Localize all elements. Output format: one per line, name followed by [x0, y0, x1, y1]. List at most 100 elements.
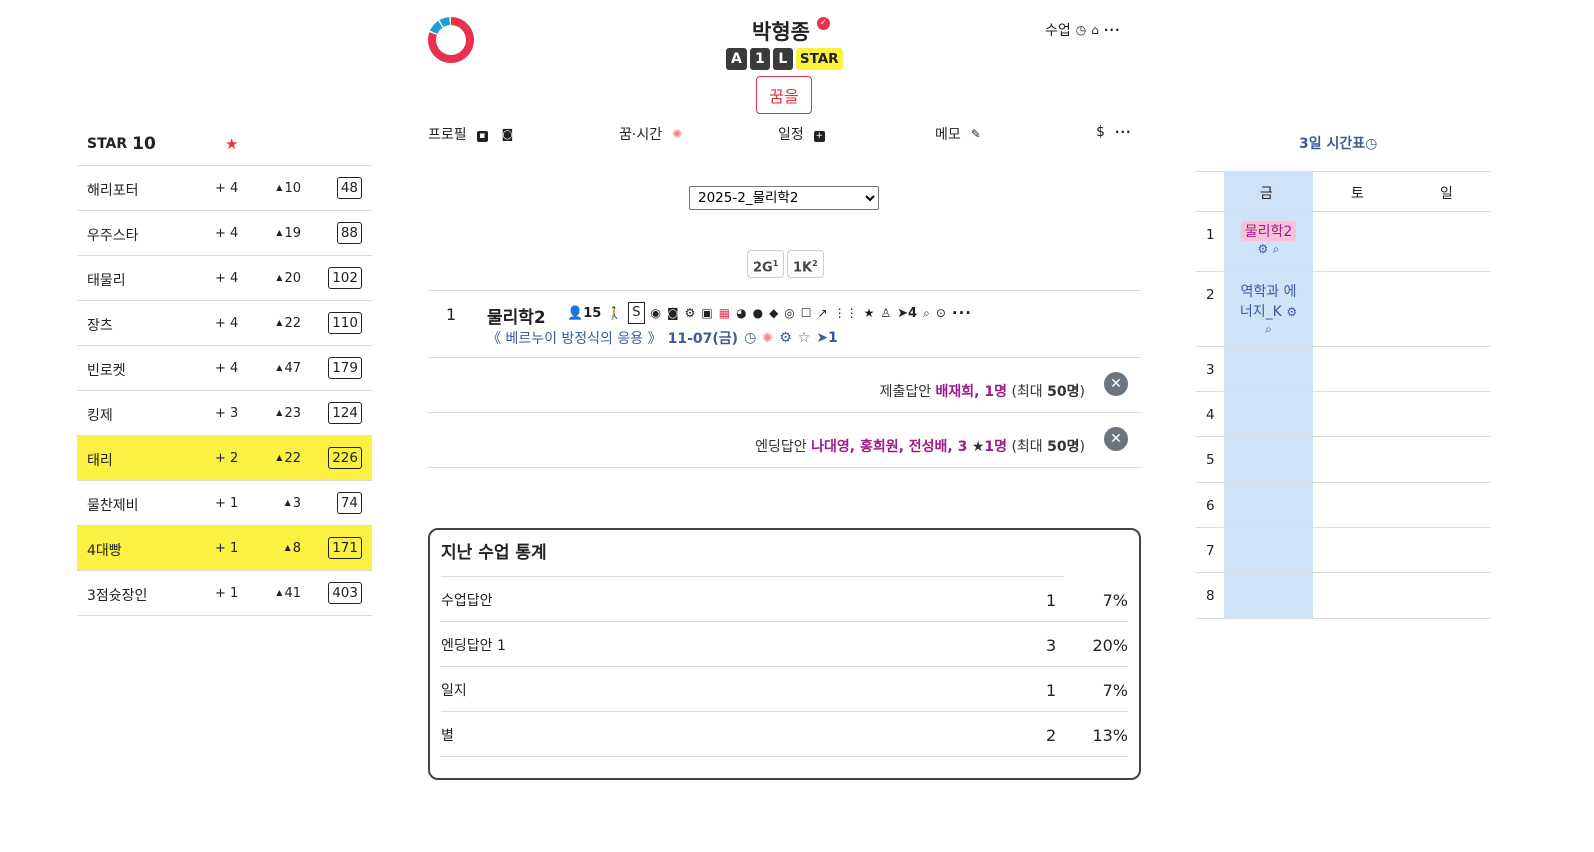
camera-outline-icon[interactable]: ▣ [701, 306, 712, 320]
up-triangle-icon: ▲ [284, 498, 291, 507]
dream-button[interactable]: 꿈을 [756, 76, 812, 114]
tab-profile[interactable]: 프로필 ▪ ◙ [428, 124, 513, 144]
s-button[interactable]: S [628, 302, 645, 324]
cell-p2-line1[interactable]: 역학과 에 [1241, 284, 1297, 300]
search-icon[interactable]: ⌕ [923, 306, 930, 321]
pencil-icon[interactable]: ✎ [971, 127, 981, 141]
ending-names[interactable]: 나대영, 홍희원, 전성배, 3 [811, 439, 967, 455]
star-row[interactable]: 물찬제비 + 1 ▲ 3 74 [77, 481, 372, 526]
verified-check-icon: ✓ [817, 17, 830, 30]
lesson-date: 11-07(금) [667, 331, 739, 347]
star-row-name[interactable]: 물찬제비 [87, 495, 139, 515]
add-schedule-icon[interactable]: + [813, 127, 825, 142]
timetable-cell-p1[interactable]: 물리학2 ⚙ ⌕ [1224, 221, 1313, 257]
star-row-name[interactable]: 태리 [87, 450, 113, 470]
stat-label: 일지 [441, 683, 467, 699]
star-row-name[interactable]: 우주스타 [87, 225, 139, 245]
period-number: 6 [1206, 498, 1215, 514]
grid-icon[interactable]: ⋮⋮ [834, 306, 858, 320]
star-row-up-value: 22 [284, 316, 301, 331]
star-row[interactable]: 우주스타 + 4 ▲ 19 88 [77, 211, 372, 256]
class-pill[interactable]: 물리학2 [1240, 221, 1297, 241]
info-icon[interactable]: ● [753, 306, 763, 320]
lesson-clock-icon[interactable]: ◷ [744, 330, 756, 346]
ending-star-icon: ★ [971, 439, 985, 455]
star-row-name[interactable]: 태물리 [87, 270, 126, 290]
tab-memo[interactable]: 메모 ✎ [935, 124, 981, 144]
square-icon[interactable]: ☐ [801, 306, 812, 320]
star-row[interactable]: 해리포터 + 4 ▲ 10 48 [77, 166, 372, 211]
external-link-icon[interactable]: ↗ [818, 306, 828, 320]
clock-filled-icon[interactable]: ◕ [736, 306, 746, 320]
star-row[interactable]: 킹제 + 3 ▲ 23 124 [77, 391, 372, 436]
star-row[interactable]: 3점슛장인 + 1 ▲ 41 403 [77, 571, 372, 616]
star-row-total: 102 [328, 267, 362, 289]
stat-percent: 13% [1092, 726, 1128, 745]
tab-more-icon[interactable]: ··· [1115, 125, 1132, 139]
lesson-title[interactable]: 《 베르누이 방정식의 응용 》 [487, 328, 662, 348]
star-filled-icon[interactable]: ★ [864, 306, 875, 320]
class-link[interactable]: 수업 [1045, 20, 1071, 40]
close-submit-button[interactable]: ✕ [1104, 372, 1128, 396]
lesson-gear-icon[interactable]: ⚙ [779, 330, 792, 346]
period-number: 2 [1206, 287, 1215, 303]
up-triangle-icon: ▲ [284, 543, 291, 552]
tab-dollar[interactable]: $ ··· [1096, 124, 1132, 140]
star-row-name[interactable]: 4대빵 [87, 540, 122, 560]
star-row-name[interactable]: 3점슛장인 [87, 585, 147, 605]
clock-icon[interactable]: ◷ [1076, 23, 1086, 37]
close-ending-button[interactable]: ✕ [1104, 427, 1128, 451]
students-count-value: 15 [583, 305, 602, 321]
class-more-icon[interactable]: ··· [952, 304, 972, 322]
eye-icon[interactable]: ◉ [651, 306, 661, 320]
cell-p2-line2[interactable]: 너지_K [1240, 304, 1282, 320]
up-triangle-icon: ▲ [276, 588, 283, 597]
timetable-title[interactable]: 3일 시간표◷ [1299, 133, 1377, 153]
star-row-name[interactable]: 빈로켓 [87, 360, 126, 380]
profile-card-icon[interactable]: ▪ [476, 127, 488, 142]
cell-p2-search-icon[interactable]: ⌕ [1265, 322, 1272, 336]
share-count[interactable]: ➤4 [897, 306, 917, 321]
person-icon[interactable]: 🚶 [607, 306, 622, 320]
chip-2g[interactable]: 2G1 [747, 250, 785, 278]
students-count[interactable]: 👤15 [567, 306, 601, 321]
camera-icon[interactable]: ◙ [502, 127, 514, 141]
timetable-clock-icon[interactable]: ◷ [1365, 136, 1377, 152]
star-icon[interactable]: ★ [225, 135, 238, 153]
star-row[interactable]: 4대빵 + 1 ▲ 8 171 [77, 526, 372, 571]
stats-title: 지난 수업 통계 [441, 530, 1064, 577]
star-row[interactable]: 장츠 + 4 ▲ 22 110 [77, 301, 372, 346]
lesson-star-icon[interactable]: ☆ [798, 330, 811, 346]
gear-icon[interactable]: ⚙ [685, 306, 696, 320]
cell-p2-gear-icon[interactable]: ⚙ [1286, 305, 1297, 319]
chip-1k[interactable]: 1K2 [787, 250, 824, 278]
cell-search-icon[interactable]: ⌕ [1273, 242, 1280, 256]
class-title[interactable]: 물리학2 [487, 303, 546, 328]
image-icon[interactable]: ▦ [719, 306, 730, 320]
timetable-gridline [1196, 436, 1491, 437]
star-row[interactable]: 태물리 + 4 ▲ 20 102 [77, 256, 372, 301]
target-icon[interactable]: ◎ [784, 306, 794, 320]
home-icon[interactable]: ⌂ [1091, 23, 1099, 37]
tab-schedule[interactable]: 일정 + [778, 124, 825, 144]
play-icon[interactable]: ⊙ [936, 306, 946, 320]
star-row-name[interactable]: 킹제 [87, 405, 113, 425]
lesson-share[interactable]: ➤1 [816, 330, 837, 346]
cell-gear-icon[interactable]: ⚙ [1258, 242, 1269, 256]
timetable-cell-p2[interactable]: 역학과 에 너지_K ⚙ ⌕ [1224, 281, 1313, 337]
star-row[interactable]: 태리 + 2 ▲ 22 226 [77, 436, 372, 481]
star-row-up: ▲ 47 [269, 361, 301, 376]
submit-names[interactable]: 배재희, 1명 [936, 384, 1007, 400]
user-outline-icon[interactable]: ♙ [880, 306, 891, 320]
star-row-plus: + 4 [215, 226, 239, 241]
book-icon[interactable]: ◆ [769, 306, 778, 320]
star-row-plus: + 2 [215, 451, 239, 466]
more-icon[interactable]: ··· [1104, 23, 1121, 37]
star-row-name[interactable]: 해리포터 [87, 180, 139, 200]
lesson-loading-icon: ✺ [762, 330, 774, 346]
star-row[interactable]: 빈로켓 + 4 ▲ 47 179 [77, 346, 372, 391]
course-select[interactable]: 2025-2_물리학2 [689, 186, 879, 210]
tab-dream-time[interactable]: 꿈·시간 ✺ [619, 124, 682, 144]
camera-icon-2[interactable]: ◙ [667, 306, 679, 320]
star-row-name[interactable]: 장츠 [87, 315, 113, 335]
